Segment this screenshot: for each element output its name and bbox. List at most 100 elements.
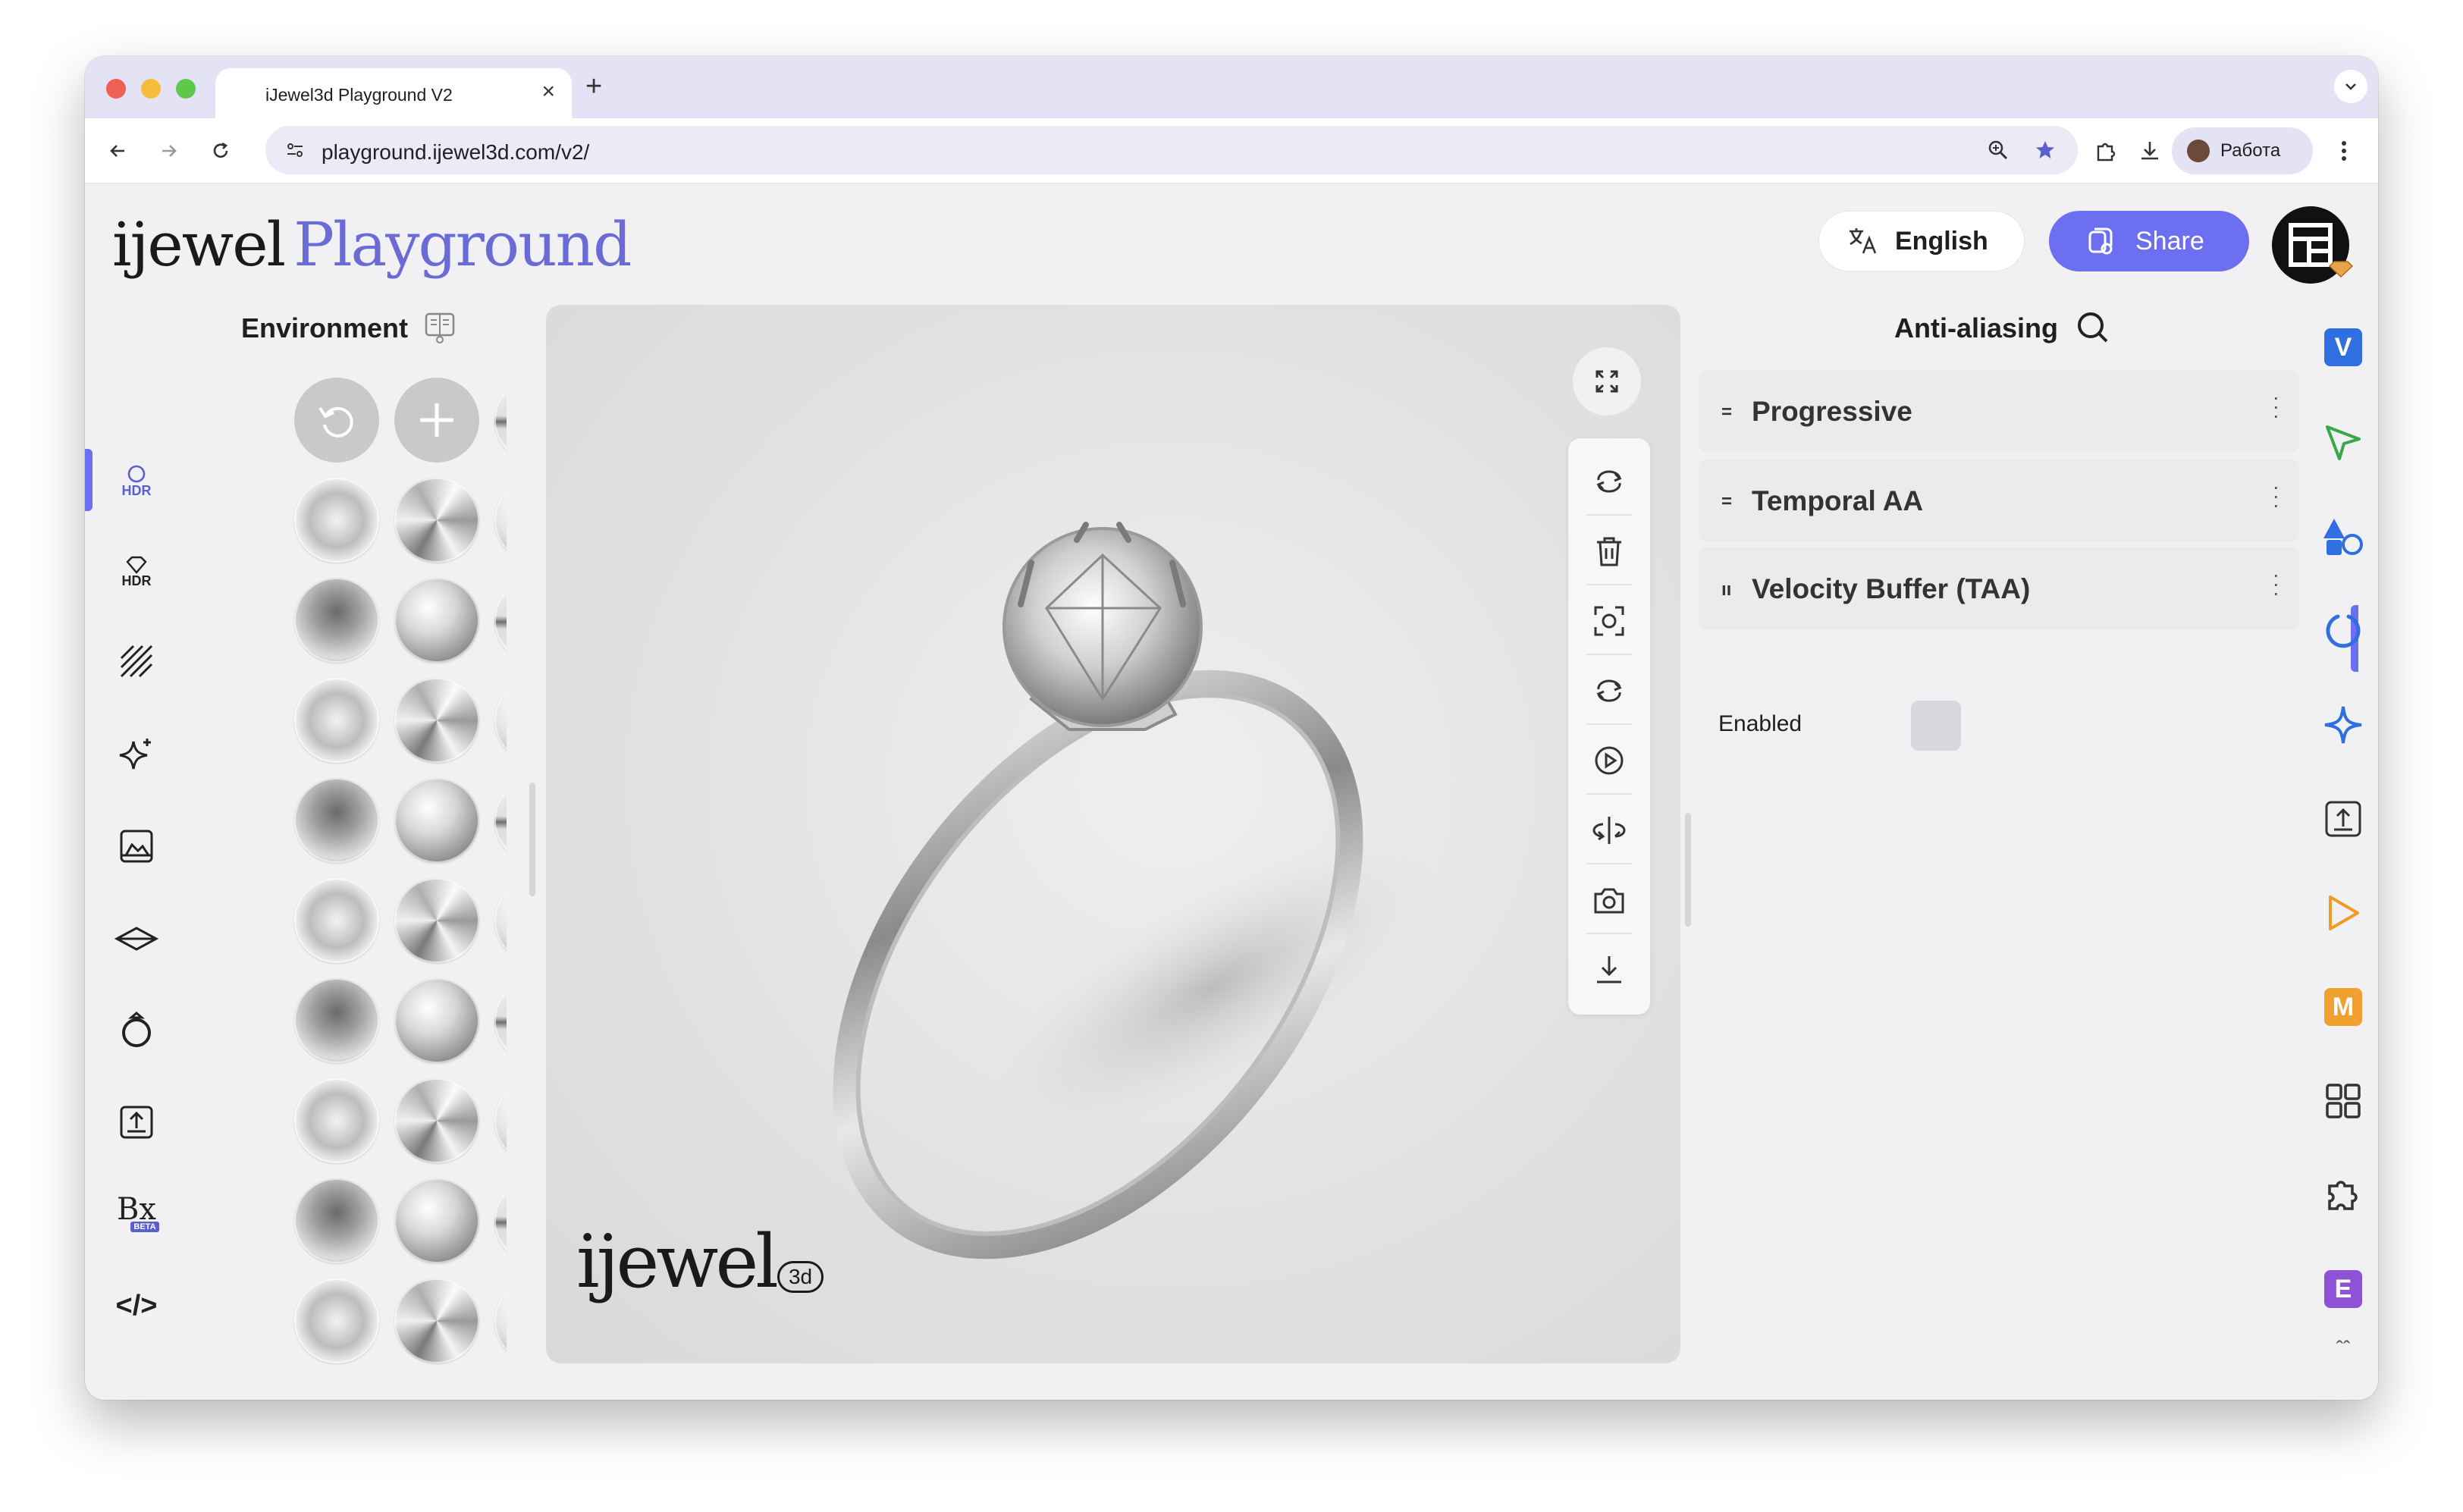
- plugin-menu-icon[interactable]: · · ·: [2273, 387, 2279, 426]
- anti-aliasing-search-button[interactable]: [2075, 309, 2111, 350]
- rail-scroll-more[interactable]: ˆˆ: [2322, 1338, 2364, 1360]
- rail-shapes[interactable]: [2322, 516, 2364, 558]
- profile-button[interactable]: Работа: [2172, 127, 2313, 174]
- site-settings-icon[interactable]: [278, 133, 312, 168]
- environment-thumbnail[interactable]: [294, 678, 379, 763]
- environment-thumbnail[interactable]: [294, 1278, 379, 1363]
- enabled-checkbox[interactable]: [1911, 701, 1961, 751]
- browser-window: iJewel3d Playground V2 × + playground.ij…: [85, 56, 2378, 1400]
- environment-thumbnail[interactable]: [394, 1278, 479, 1363]
- environment-thumbnail[interactable]: [294, 978, 379, 1063]
- focus-button[interactable]: [1589, 601, 1630, 642]
- rail-ring[interactable]: [112, 1005, 161, 1054]
- rail-bx-beta[interactable]: Bx BETA: [112, 1189, 161, 1238]
- environment-thumbnail[interactable]: [494, 878, 507, 963]
- plugin-menu-icon[interactable]: · · ·: [2273, 564, 2279, 604]
- rail-pointer[interactable]: [2322, 422, 2364, 464]
- rail-e-plugin[interactable]: E: [2322, 1268, 2364, 1310]
- environment-thumbnail[interactable]: [294, 878, 379, 963]
- rail-hdr-diamond[interactable]: HDR: [112, 547, 161, 596]
- environment-thumbnail[interactable]: [394, 778, 479, 863]
- right-panel-resizer[interactable]: [1685, 813, 1691, 927]
- environment-thumbnail[interactable]: [394, 978, 479, 1063]
- auto-rotate-button[interactable]: [1589, 670, 1630, 711]
- environment-thumbnail[interactable]: [294, 578, 379, 663]
- rail-hdr-environment[interactable]: HDR: [112, 456, 161, 505]
- rail-grid[interactable]: [2322, 1080, 2364, 1122]
- rail-v-plugin[interactable]: V: [2322, 326, 2364, 369]
- rail-m-plugin[interactable]: M: [2322, 986, 2364, 1028]
- plugin-temporal-aa[interactable]: = Temporal AA · · ·: [1699, 460, 2299, 541]
- environment-thumbnail[interactable]: [494, 678, 507, 763]
- app-root: ijewel Playground English Share HDR HDR …: [85, 184, 2378, 1400]
- rail-play[interactable]: [2322, 892, 2364, 934]
- 3d-viewport[interactable]: ijewel 3d: [546, 305, 1680, 1363]
- download-model-button[interactable]: [1589, 949, 1630, 990]
- rail-code[interactable]: </>: [112, 1281, 161, 1330]
- environment-thumbnail[interactable]: [494, 978, 507, 1063]
- rail-star[interactable]: [2322, 704, 2364, 746]
- new-tab-button[interactable]: +: [585, 71, 602, 102]
- environment-thumbnail[interactable]: [394, 1178, 479, 1263]
- rail-stripes[interactable]: [112, 637, 161, 685]
- plugin-menu-icon[interactable]: · · ·: [2273, 476, 2279, 516]
- environment-thumbnail[interactable]: [294, 1178, 379, 1263]
- rail-plane[interactable]: [112, 914, 161, 963]
- user-avatar[interactable]: [2272, 206, 2354, 284]
- close-window-button[interactable]: [106, 79, 126, 99]
- rail-image-frame[interactable]: [112, 822, 161, 870]
- environment-thumbnail[interactable]: [394, 1078, 479, 1163]
- environment-thumbnail[interactable]: [494, 578, 507, 663]
- browser-menu-button[interactable]: [2327, 133, 2361, 168]
- reload-button[interactable]: [203, 133, 238, 168]
- turntable-button[interactable]: [1589, 810, 1630, 851]
- environment-thumbnail[interactable]: [294, 1078, 379, 1163]
- maximize-window-button[interactable]: [176, 79, 196, 99]
- rail-export[interactable]: [112, 1098, 161, 1147]
- extensions-button[interactable]: [2088, 133, 2123, 168]
- rotate-button[interactable]: [1589, 461, 1630, 502]
- environment-thumbnail[interactable]: [394, 578, 479, 663]
- drag-handle-icon[interactable]: ıı: [1721, 579, 1731, 601]
- environment-thumbnail[interactable]: [394, 678, 479, 763]
- add-environment-button[interactable]: [394, 378, 479, 463]
- reset-environment-button[interactable]: [294, 378, 379, 463]
- play-animation-button[interactable]: [1589, 740, 1630, 781]
- back-button[interactable]: [100, 133, 135, 168]
- tab-search-button[interactable]: [2334, 70, 2367, 103]
- environment-thumbnail[interactable]: [294, 478, 379, 563]
- environment-thumbnail[interactable]: [394, 478, 479, 563]
- left-panel-resizer[interactable]: [529, 783, 535, 896]
- environment-thumbnail[interactable]: [294, 778, 379, 863]
- language-button[interactable]: English: [1818, 211, 2025, 271]
- bookmark-star-icon[interactable]: [2028, 133, 2063, 168]
- environment-thumbnail[interactable]: [494, 478, 507, 563]
- browser-tab[interactable]: iJewel3d Playground V2 ×: [215, 68, 572, 118]
- environment-thumbnail[interactable]: [494, 1278, 507, 1363]
- rail-upload[interactable]: [2322, 798, 2364, 840]
- environment-help-icon[interactable]: [422, 309, 458, 350]
- app-logo[interactable]: ijewel Playground: [112, 211, 632, 279]
- plugin-progressive[interactable]: = Progressive · · ·: [1699, 370, 2299, 452]
- zoom-icon[interactable]: [1981, 133, 2016, 168]
- share-button[interactable]: Share: [2049, 211, 2249, 271]
- snapshot-button[interactable]: [1589, 880, 1630, 921]
- rail-sparkle[interactable]: [112, 731, 161, 780]
- environment-thumbnail[interactable]: [494, 1078, 507, 1163]
- environment-thumbnail[interactable]: [494, 1178, 507, 1263]
- plugin-velocity-buffer[interactable]: ıı Velocity Buffer (TAA) · · ·: [1699, 547, 2299, 629]
- address-bar[interactable]: playground.ijewel3d.com/v2/: [265, 126, 2078, 174]
- delete-button[interactable]: [1589, 531, 1630, 572]
- downloads-button[interactable]: [2132, 133, 2167, 168]
- rail-puzzle[interactable]: [2322, 1174, 2364, 1216]
- drag-handle-icon[interactable]: =: [1721, 402, 1732, 423]
- drag-handle-icon[interactable]: =: [1721, 491, 1732, 513]
- forward-button[interactable]: [152, 133, 187, 168]
- fullscreen-button[interactable]: [1573, 347, 1641, 416]
- environment-thumbnail[interactable]: [394, 878, 479, 963]
- rail-ring-outline[interactable]: [2322, 610, 2364, 652]
- minimize-window-button[interactable]: [141, 79, 161, 99]
- tab-close-button[interactable]: ×: [541, 80, 555, 103]
- environment-thumbnail[interactable]: [494, 378, 507, 463]
- environment-thumbnail[interactable]: [494, 778, 507, 863]
